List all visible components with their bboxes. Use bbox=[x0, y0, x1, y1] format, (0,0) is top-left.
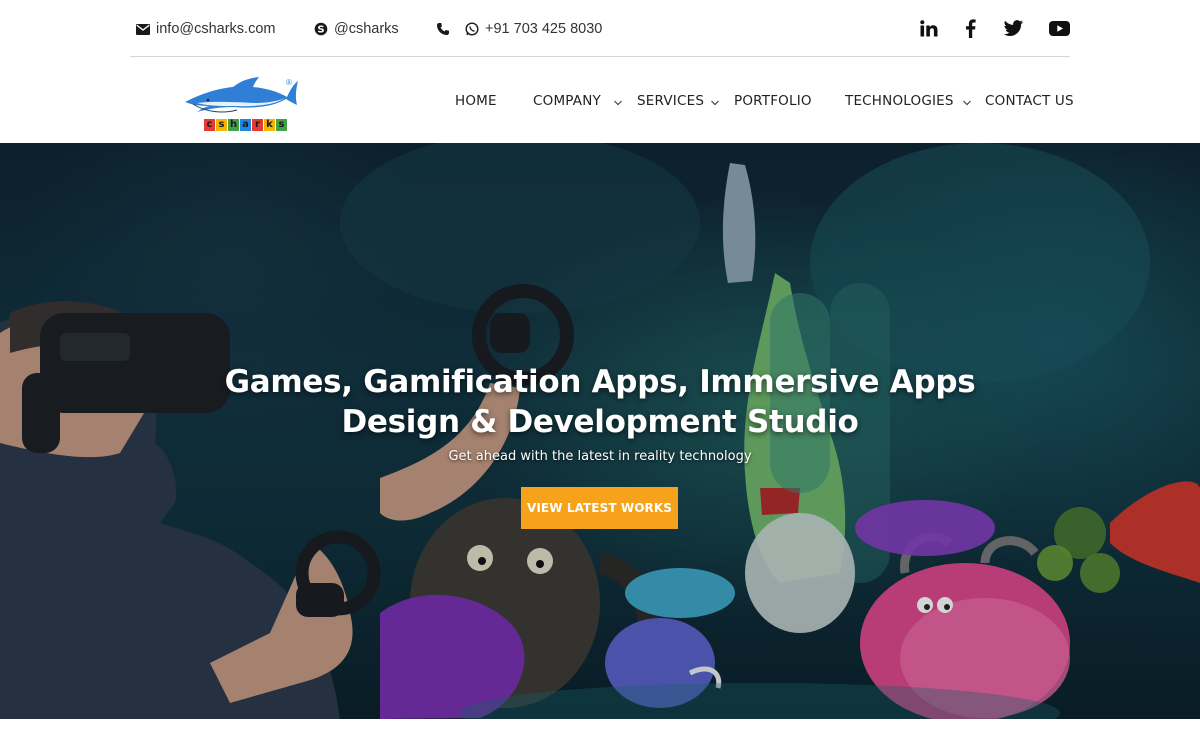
phone-icon bbox=[435, 21, 451, 37]
nav-portfolio[interactable]: PORTFOLIO bbox=[734, 93, 812, 111]
logo-wordmark: csharks bbox=[204, 119, 288, 132]
chevron-down-icon[interactable] bbox=[613, 95, 623, 106]
logo-letter: c bbox=[204, 119, 215, 131]
chevron-down-icon[interactable] bbox=[962, 95, 972, 106]
top-contact-bar: info@csharks.com S @csharks +91 703 425 … bbox=[130, 0, 1070, 57]
hero-banner: Games, Gamification Apps, Immersive Apps… bbox=[0, 143, 1200, 719]
contact-phone[interactable]: +91 703 425 8030 bbox=[435, 19, 602, 39]
nav-contact-us[interactable]: CONTACT US bbox=[985, 93, 1074, 111]
chevron-down-icon[interactable] bbox=[710, 95, 720, 106]
linkedin-icon[interactable] bbox=[917, 16, 941, 40]
skype-text: @csharks bbox=[334, 21, 399, 37]
logo-letter: h bbox=[228, 119, 239, 131]
logo-letter: k bbox=[264, 119, 275, 131]
whatsapp-icon bbox=[464, 21, 480, 37]
registered-mark: ® bbox=[286, 78, 292, 87]
facebook-icon[interactable] bbox=[958, 16, 982, 40]
shark-logo-icon bbox=[185, 77, 298, 113]
hero-title-line2: Design & Development Studio bbox=[341, 404, 859, 440]
logo-letter: s bbox=[276, 119, 287, 131]
csharks-logo[interactable]: ® csharks bbox=[183, 76, 299, 134]
logo-letter: a bbox=[240, 119, 251, 131]
contact-email[interactable]: info@csharks.com bbox=[135, 19, 275, 39]
hero-title-line1: Games, Gamification Apps, Immersive Apps bbox=[224, 364, 976, 400]
main-navbar: ® csharks HOME COMPANY SERVICES PORTFOLI… bbox=[0, 58, 1200, 143]
svg-text:S: S bbox=[317, 24, 324, 35]
contact-skype[interactable]: S @csharks bbox=[313, 19, 399, 39]
phone-text: +91 703 425 8030 bbox=[485, 21, 603, 37]
nav-home[interactable]: HOME bbox=[455, 93, 497, 111]
hero-title: Games, Gamification Apps, Immersive Apps… bbox=[200, 362, 1000, 442]
youtube-icon[interactable] bbox=[1047, 16, 1071, 40]
email-text: info@csharks.com bbox=[156, 21, 276, 37]
nav-services[interactable]: SERVICES bbox=[637, 93, 704, 111]
skype-icon: S bbox=[313, 21, 329, 37]
nav-company[interactable]: COMPANY bbox=[533, 93, 601, 111]
nav-technologies[interactable]: TECHNOLOGIES bbox=[845, 93, 954, 111]
envelope-icon bbox=[135, 21, 151, 37]
view-latest-works-button[interactable]: VIEW LATEST WORKS bbox=[521, 487, 678, 529]
logo-letter: r bbox=[252, 119, 263, 131]
hero-subtitle: Get ahead with the latest in reality tec… bbox=[448, 449, 752, 464]
twitter-icon[interactable] bbox=[1001, 16, 1025, 40]
logo-letter: s bbox=[216, 119, 227, 131]
